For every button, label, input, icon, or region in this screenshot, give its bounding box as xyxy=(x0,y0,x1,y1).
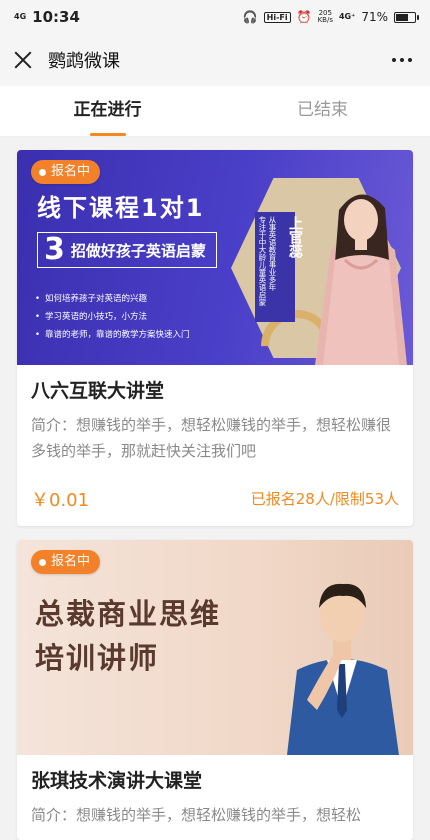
tab-bar: 正在进行 已结束 xyxy=(0,86,430,137)
banner-headline: 总裁商业思维 培训讲师 xyxy=(35,592,221,680)
badge-dot-icon xyxy=(39,558,46,566)
clock: 10:34 xyxy=(32,8,80,26)
status-left: 4G 10:34 xyxy=(14,8,80,26)
teacher-photo xyxy=(287,583,399,755)
banner-subline-box: 3 招做好孩子英语启蒙 xyxy=(37,232,217,268)
teacher-desc-1: 从事英语教育事业多年 xyxy=(268,216,277,291)
banner-subline: 招做好孩子英语启蒙 xyxy=(70,241,206,260)
banner-line-2: 培训讲师 xyxy=(35,641,160,675)
battery-percent: 71% xyxy=(361,10,388,24)
speed-unit: KB/s xyxy=(317,16,333,24)
status-right: 🎧 Hi-Fi ⏰ 205 KB/s 4G⁺ 71% xyxy=(242,10,419,24)
teacher-desc-2: 专注于中大龄儿童英语启蒙 xyxy=(258,216,267,306)
course-banner: 总裁商业思维 培训讲师 报名中 xyxy=(17,540,413,755)
banner-bullet: 靠谱的老师，靠谱的教学方案快速入门 xyxy=(35,326,190,344)
network-speed: 205 KB/s xyxy=(318,10,333,24)
alarm-icon: ⏰ xyxy=(296,10,312,24)
course-description: 简介：想赚钱的举手，想轻松赚钱的举手，想轻松 xyxy=(31,806,362,824)
course-card[interactable]: 上官蕊 从事英语教育事业多年 专注于中大龄儿童英语启蒙 线下课程1对1 3 招做… xyxy=(17,150,413,526)
course-banner: 上官蕊 从事英语教育事业多年 专注于中大龄儿童英语启蒙 线下课程1对1 3 招做… xyxy=(17,150,413,365)
course-description: 简介：想赚钱的举手，想轻松赚钱的举手，想轻松赚很多钱的举手，那就赶快关注我们吧 xyxy=(31,416,392,460)
more-options-icon[interactable] xyxy=(386,52,418,68)
nav-bar: 鹦鹉微课 xyxy=(0,34,430,86)
enrollment-count: 已报名28人/限制53人 xyxy=(250,490,399,508)
badge-label: 报名中 xyxy=(51,164,91,179)
status-badge: 报名中 xyxy=(31,160,101,184)
course-title: 张琪技术演讲大课堂 xyxy=(31,770,203,792)
banner-line-1: 总裁商业思维 xyxy=(35,597,222,631)
banner-bullet: 如何培养孩子对英语的兴趣 xyxy=(35,290,190,308)
banner-number: 3 xyxy=(44,232,65,267)
headphone-icon: 🎧 xyxy=(242,10,258,24)
battery-fill xyxy=(396,13,408,21)
tab-ongoing[interactable]: 正在进行 xyxy=(0,86,215,136)
tab-ended[interactable]: 已结束 xyxy=(215,86,430,136)
teacher-desc: 从事英语教育事业多年 专注于中大龄儿童英语启蒙 xyxy=(257,216,277,306)
hifi-badge: Hi-Fi xyxy=(263,11,291,23)
signal-indicator: 4G⁺ xyxy=(338,12,356,21)
course-card[interactable]: 总裁商业思维 培训讲师 报名中 张琪技术演讲大课堂 简介：想赚钱的举手，想轻松赚… xyxy=(17,540,413,840)
course-price: ￥0.01 xyxy=(31,490,90,511)
page-title: 鹦鹉微课 xyxy=(48,51,120,72)
banner-bullet: 学习英语的小技巧，小方法 xyxy=(35,308,190,326)
teacher-name: 上官蕊 xyxy=(287,216,303,258)
course-title: 八六互联大讲堂 xyxy=(31,380,165,402)
badge-dot-icon xyxy=(39,168,46,176)
battery-icon xyxy=(394,11,419,23)
banner-bullets: 如何培养孩子对英语的兴趣 学习英语的小技巧，小方法 靠谱的老师，靠谱的教学方案快… xyxy=(35,290,190,344)
network-indicator: 4G xyxy=(14,12,27,21)
banner-headline: 线下课程1对1 xyxy=(37,194,205,222)
badge-label: 报名中 xyxy=(51,554,91,569)
status-bar: 4G 10:34 🎧 Hi-Fi ⏰ 205 KB/s 4G⁺ 71% xyxy=(0,0,430,34)
close-icon[interactable] xyxy=(12,49,34,71)
status-badge: 报名中 xyxy=(31,550,101,574)
teacher-photo xyxy=(315,194,407,365)
